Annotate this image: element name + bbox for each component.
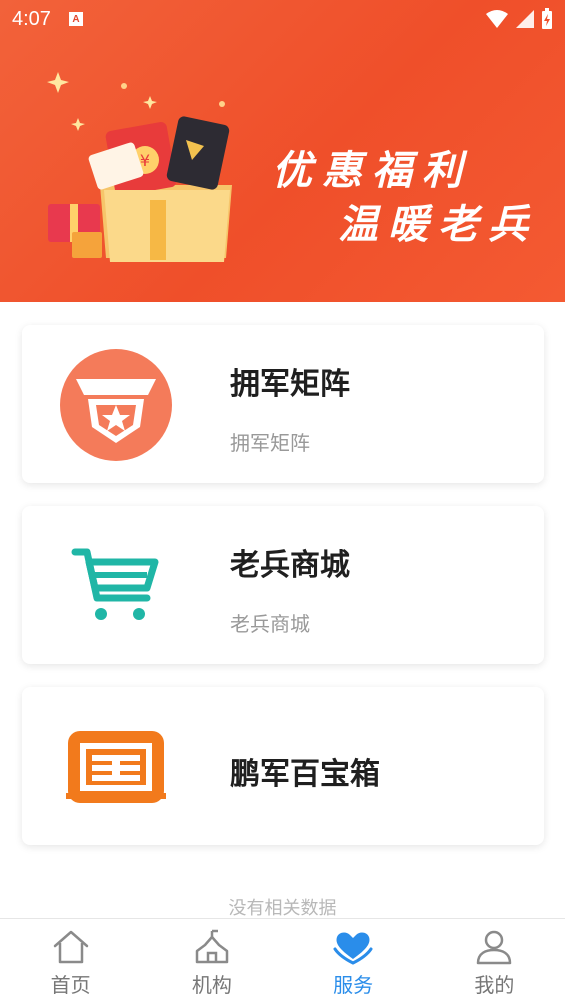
- home-icon: [53, 930, 88, 964]
- service-subtitle: 老兵商城: [230, 612, 310, 636]
- banner-headline: 优惠福利: [272, 148, 472, 194]
- bottom-tab-bar: 首页 机构 服务 我的: [0, 918, 565, 1004]
- service-card-shop[interactable]: 老兵商城 老兵商城: [22, 506, 544, 664]
- tab-label: 机构: [191, 973, 232, 997]
- tab-label: 首页: [50, 973, 91, 997]
- heart-hands-icon: [333, 932, 373, 965]
- service-title: 老兵商城: [230, 548, 350, 583]
- tab-services[interactable]: 服务: [283, 919, 424, 1004]
- notification-badge-icon: A: [68, 12, 83, 26]
- tab-label: 我的: [474, 973, 515, 997]
- status-time: 4:07: [12, 7, 51, 30]
- tab-home[interactable]: 首页: [0, 919, 141, 1004]
- shopping-cart-icon: [58, 528, 174, 644]
- treasure-box-icon: [58, 709, 174, 825]
- service-title: 拥军矩阵: [230, 367, 350, 402]
- battery-charging-icon: [542, 8, 552, 29]
- building-icon: [195, 929, 229, 964]
- user-icon: [477, 930, 512, 965]
- service-title: 鹏军百宝箱: [230, 757, 380, 792]
- service-card-yongjun[interactable]: 拥军矩阵 拥军矩阵: [22, 325, 544, 483]
- service-subtitle: 拥军矩阵: [230, 431, 310, 455]
- empty-state-text: 没有相关数据: [228, 898, 337, 919]
- shield-star-icon: [58, 347, 174, 463]
- banner-subheadline: 温暖老兵: [338, 202, 538, 248]
- gift-illustration: ¥: [47, 72, 232, 262]
- tab-label: 服务: [333, 973, 374, 997]
- status-bar: 4:07 A: [0, 0, 565, 38]
- tab-organization[interactable]: 机构: [141, 919, 282, 1004]
- tab-profile[interactable]: 我的: [424, 919, 565, 1004]
- wifi-icon: [486, 10, 508, 28]
- promo-banner[interactable]: ¥ 优惠福利 温暖老兵: [0, 0, 565, 302]
- signal-icon: [516, 10, 534, 28]
- service-card-treasure-box[interactable]: 鹏军百宝箱: [22, 687, 544, 845]
